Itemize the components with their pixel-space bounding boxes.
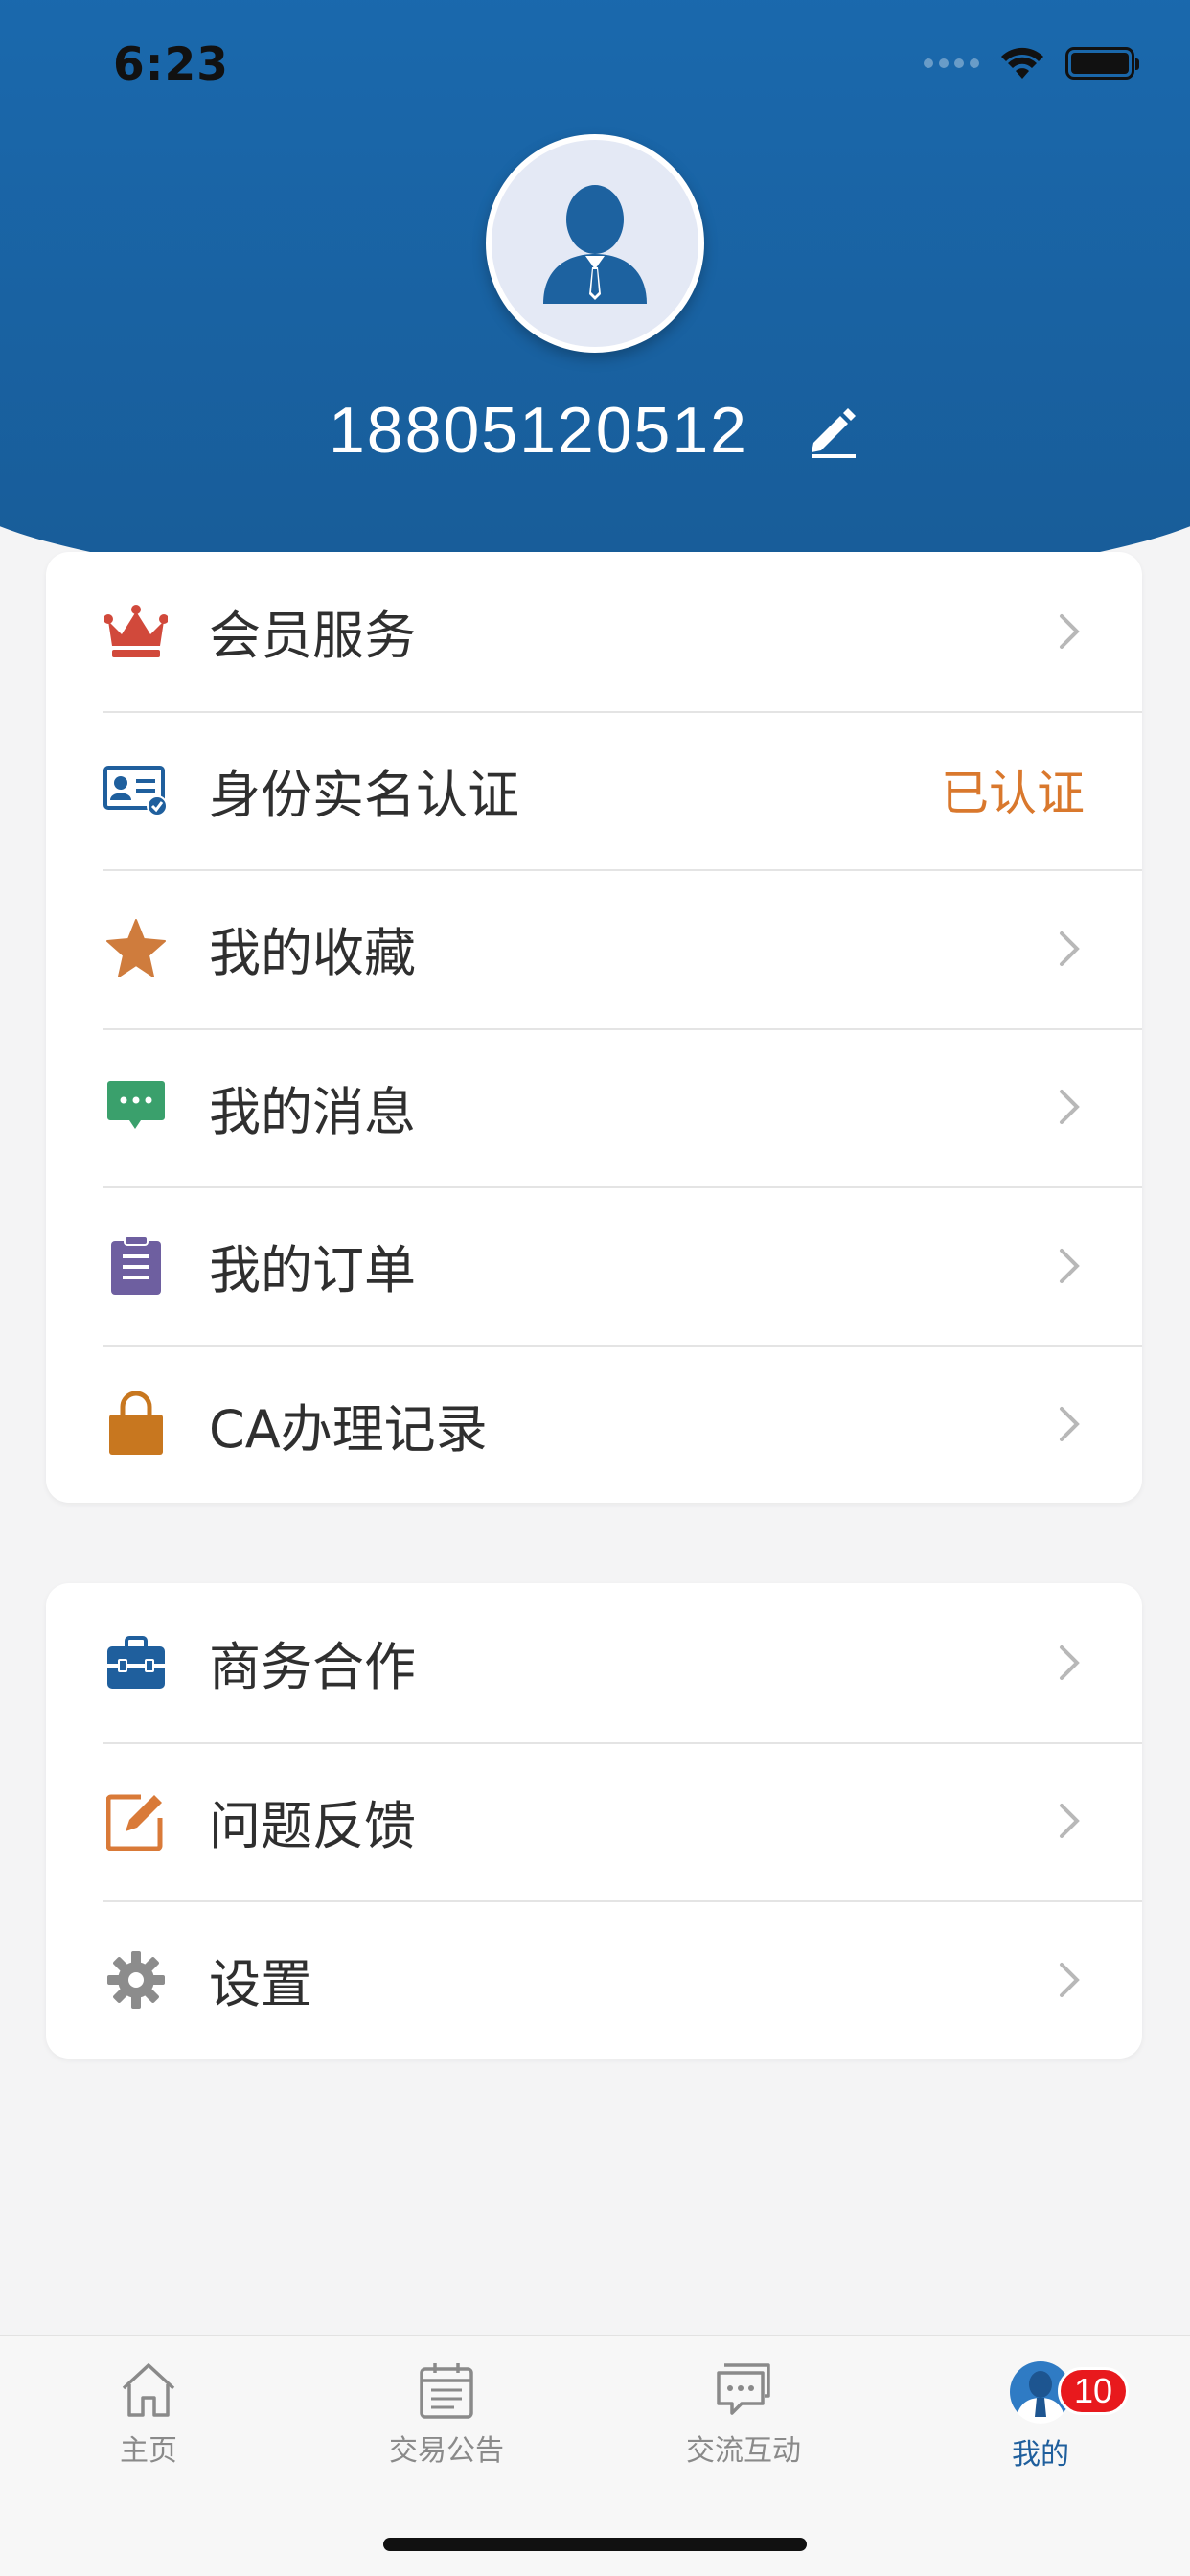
- lock-bag-icon: [103, 1392, 169, 1457]
- chevron-right-icon: [1050, 1405, 1088, 1443]
- menu-item-ca-records[interactable]: CA办理记录: [46, 1345, 1142, 1505]
- chevron-right-icon: [1050, 930, 1088, 968]
- tab-home[interactable]: 主页: [53, 2359, 244, 2469]
- chevron-right-icon: [1050, 1961, 1088, 1999]
- user-avatar-icon: [543, 185, 647, 304]
- notification-badge: 10: [1058, 2367, 1130, 2415]
- status-time: 6:23: [113, 38, 229, 91]
- phone-number: 18805120512: [328, 394, 748, 467]
- home-indicator[interactable]: [383, 2538, 807, 2551]
- menu-item-label: CA办理记录: [209, 1398, 488, 1460]
- battery-icon: [1065, 47, 1139, 80]
- tab-label: 我的: [1012, 2438, 1069, 2472]
- menu-item-label: 我的订单: [209, 1240, 416, 1301]
- menu-item-label: 商务合作: [209, 1637, 416, 1698]
- tab-label: 主页: [120, 2434, 177, 2468]
- chevron-right-icon: [1050, 1088, 1088, 1126]
- chat-bubbles-icon: [717, 2363, 770, 2415]
- verified-status: 已认证: [941, 766, 1085, 822]
- chevron-right-icon: [1050, 612, 1088, 651]
- star-icon: [103, 916, 169, 981]
- wifi-icon: [1001, 47, 1043, 79]
- home-icon: [122, 2363, 175, 2417]
- menu-item-label: 身份实名认证: [209, 764, 519, 825]
- chevron-right-icon: [1050, 1247, 1088, 1285]
- tab-communication[interactable]: 交流互动: [648, 2359, 839, 2469]
- menu-item-favorites[interactable]: 我的收藏: [46, 869, 1142, 1028]
- gear-icon: [103, 1947, 169, 2012]
- chevron-right-icon: [1050, 1644, 1088, 1682]
- profile-header: 6:23 18805120512: [0, 0, 1190, 594]
- menu-item-label: 设置: [209, 1954, 312, 2015]
- chevron-right-icon: [1050, 1802, 1088, 1840]
- edit-pencil-icon[interactable]: [806, 402, 861, 458]
- crown-icon: [103, 599, 169, 664]
- menu-item-label: 我的收藏: [209, 923, 416, 984]
- menu-item-orders[interactable]: 我的订单: [46, 1186, 1142, 1346]
- menu-item-identity-verification[interactable]: 身份实名认证 已认证: [46, 710, 1142, 870]
- clipboard-list-icon: [103, 1233, 169, 1299]
- menu-card-main: 会员服务 身份实名认证 已认证 我的收藏 我的消息 我的订单 CA办理记录: [46, 552, 1142, 1503]
- menu-item-label: 我的消息: [209, 1081, 416, 1142]
- avatar[interactable]: [486, 134, 704, 353]
- menu-item-business-cooperation[interactable]: 商务合作: [46, 1583, 1142, 1742]
- id-card-verified-icon: [103, 757, 169, 822]
- menu-item-messages[interactable]: 我的消息: [46, 1027, 1142, 1187]
- menu-item-feedback[interactable]: 问题反馈: [46, 1741, 1142, 1901]
- briefcase-icon: [103, 1630, 169, 1695]
- menu-item-label: 会员服务: [209, 606, 416, 667]
- menu-item-settings[interactable]: 设置: [46, 1900, 1142, 2059]
- menu-item-label: 问题反馈: [209, 1795, 416, 1856]
- message-bubble-icon: [103, 1074, 169, 1139]
- menu-card-secondary: 商务合作 问题反馈 设置: [46, 1583, 1142, 2058]
- edit-note-icon: [103, 1788, 169, 1853]
- signal-icon: [924, 58, 979, 68]
- status-indicators: [924, 46, 1139, 80]
- tab-trade-announcements[interactable]: 交易公告: [351, 2359, 542, 2469]
- phone-row: 18805120512: [0, 393, 1190, 468]
- tab-mine[interactable]: 我的 10: [945, 2359, 1136, 2472]
- tab-label: 交易公告: [389, 2434, 504, 2468]
- menu-item-member-service[interactable]: 会员服务: [46, 552, 1142, 711]
- calendar-list-icon: [420, 2363, 473, 2419]
- tab-label: 交流互动: [686, 2434, 801, 2468]
